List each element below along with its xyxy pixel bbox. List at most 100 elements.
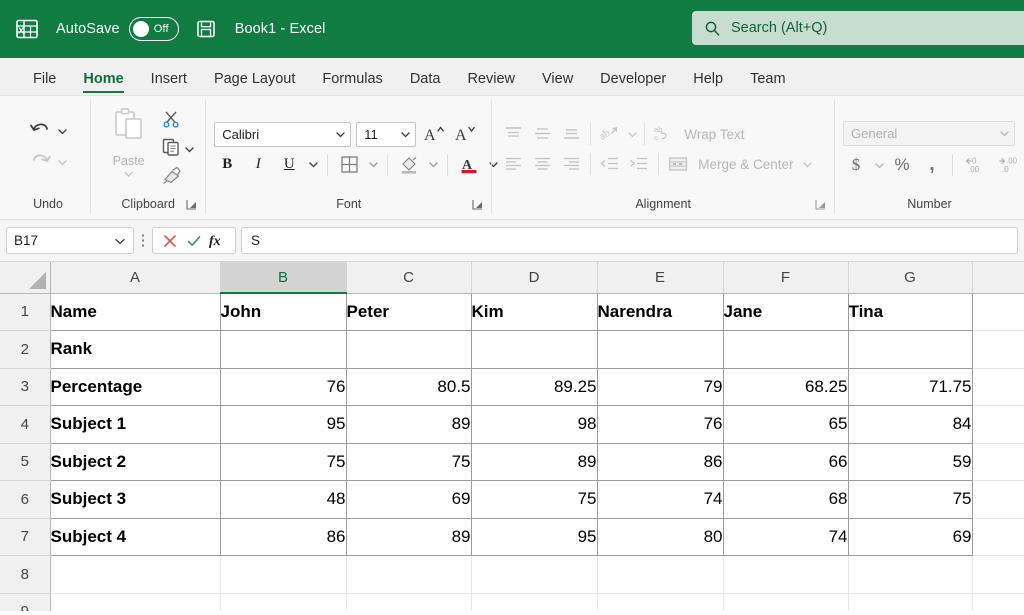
cell-b9[interactable] xyxy=(220,593,347,611)
cell-a5[interactable]: Subject 2 xyxy=(50,443,221,481)
cell-f3[interactable]: 68.25 xyxy=(723,368,849,406)
cell-d5[interactable]: 89 xyxy=(471,443,598,481)
cell-h3[interactable] xyxy=(972,368,1024,406)
alignment-dialog-launcher-icon[interactable] xyxy=(814,198,828,212)
column-header-b[interactable]: B xyxy=(220,262,347,294)
cell-e7[interactable]: 80 xyxy=(597,518,724,556)
row-header-3[interactable]: 3 xyxy=(0,368,51,406)
cell-g6[interactable]: 75 xyxy=(848,480,973,519)
underline-chevron-down-icon[interactable] xyxy=(307,159,319,171)
cell-a3[interactable]: Percentage xyxy=(50,368,221,406)
cell-d2[interactable] xyxy=(471,330,598,369)
cell-d9[interactable] xyxy=(471,593,598,611)
cell-d7[interactable]: 95 xyxy=(471,518,598,556)
cell-e2[interactable] xyxy=(597,330,724,369)
column-header-c[interactable]: C xyxy=(346,262,472,294)
column-header-h-partial[interactable] xyxy=(972,262,1024,294)
cell-h9[interactable] xyxy=(972,593,1024,611)
font-name-combo[interactable]: Calibri xyxy=(214,121,352,147)
font-color-icon[interactable]: A xyxy=(456,153,482,177)
cell-a2[interactable]: Rank xyxy=(50,330,221,369)
copy-icon[interactable] xyxy=(161,137,181,162)
cell-f9[interactable] xyxy=(723,593,849,611)
cell-g5[interactable]: 59 xyxy=(848,443,973,481)
cell-e5[interactable]: 86 xyxy=(597,443,724,481)
enter-check-icon[interactable] xyxy=(183,230,205,252)
cell-e8[interactable] xyxy=(597,555,724,594)
column-header-a[interactable]: A xyxy=(50,262,221,294)
cell-c8[interactable] xyxy=(346,555,472,594)
cell-c5[interactable]: 75 xyxy=(346,443,472,481)
cell-c1[interactable]: Peter xyxy=(346,293,472,331)
fill-color-chevron-down-icon[interactable] xyxy=(427,159,439,171)
cell-c9[interactable] xyxy=(346,593,472,611)
cell-f1[interactable]: Jane xyxy=(723,293,849,331)
underline-button[interactable]: U xyxy=(276,153,302,177)
scissors-cut-icon[interactable] xyxy=(161,109,181,134)
cell-h6[interactable] xyxy=(972,480,1024,519)
cell-f2[interactable] xyxy=(723,330,849,369)
tab-page-layout[interactable]: Page Layout xyxy=(203,71,306,95)
cell-a7[interactable]: Subject 4 xyxy=(50,518,221,556)
row-header-8[interactable]: 8 xyxy=(0,555,51,594)
italic-button[interactable]: I xyxy=(245,153,271,177)
tab-data[interactable]: Data xyxy=(399,71,452,95)
row-header-5[interactable]: 5 xyxy=(0,443,51,481)
formula-input[interactable]: S xyxy=(241,227,1018,254)
cell-b8[interactable] xyxy=(220,555,347,594)
tab-insert[interactable]: Insert xyxy=(140,71,198,95)
font-size-combo[interactable]: 11 xyxy=(356,121,417,147)
cell-h7[interactable] xyxy=(972,518,1024,556)
column-header-e[interactable]: E xyxy=(597,262,724,294)
column-header-f[interactable]: F xyxy=(723,262,849,294)
cell-g3[interactable]: 71.75 xyxy=(848,368,973,406)
cell-h2[interactable] xyxy=(972,330,1024,369)
tab-file[interactable]: File xyxy=(22,71,67,95)
cell-g4[interactable]: 84 xyxy=(848,405,973,444)
cell-h5[interactable] xyxy=(972,443,1024,481)
name-box-chevron-down-icon[interactable] xyxy=(114,235,126,247)
cell-g2[interactable] xyxy=(848,330,973,369)
cell-g8[interactable] xyxy=(848,555,973,594)
cell-a4[interactable]: Subject 1 xyxy=(50,405,221,444)
cell-h4[interactable] xyxy=(972,405,1024,444)
font-size-chevron-down-icon[interactable] xyxy=(399,128,411,140)
row-header-1[interactable]: 1 xyxy=(0,293,51,331)
cell-h1[interactable] xyxy=(972,293,1024,331)
row-header-6[interactable]: 6 xyxy=(0,480,51,519)
cell-e9[interactable] xyxy=(597,593,724,611)
cell-e6[interactable]: 74 xyxy=(597,480,724,519)
cell-b3[interactable]: 76 xyxy=(219,368,347,406)
fill-color-icon[interactable] xyxy=(396,153,422,177)
tab-formulas[interactable]: Formulas xyxy=(311,71,393,95)
row-header-4[interactable]: 4 xyxy=(0,405,51,444)
copy-chevron-down-icon[interactable] xyxy=(184,144,196,156)
cell-e4[interactable]: 76 xyxy=(597,405,724,444)
cell-c2[interactable] xyxy=(346,330,472,369)
tab-developer[interactable]: Developer xyxy=(589,71,677,95)
cell-a6[interactable]: Subject 3 xyxy=(50,480,221,519)
tab-home[interactable]: Home xyxy=(72,71,134,95)
cell-c6[interactable]: 69 xyxy=(346,480,472,519)
save-disk-icon[interactable] xyxy=(195,18,217,40)
tab-view[interactable]: View xyxy=(531,71,584,95)
autosave-toggle[interactable]: Off xyxy=(128,17,179,41)
cell-d3[interactable]: 89.25 xyxy=(471,368,598,406)
cell-g1[interactable]: Tina xyxy=(848,293,973,331)
cell-c3[interactable]: 80.5 xyxy=(346,368,472,406)
tab-help[interactable]: Help xyxy=(682,71,734,95)
cell-e3[interactable]: 79 xyxy=(597,368,724,406)
cell-f5[interactable]: 66 xyxy=(723,443,849,481)
cell-c7[interactable]: 89 xyxy=(346,518,472,556)
clipboard-dialog-launcher-icon[interactable] xyxy=(185,198,199,212)
column-header-d[interactable]: D xyxy=(471,262,598,294)
cell-g7[interactable]: 69 xyxy=(848,518,973,556)
cell-d4[interactable]: 98 xyxy=(471,405,598,444)
name-box[interactable]: B17 xyxy=(6,227,134,254)
cell-d8[interactable] xyxy=(471,555,598,594)
undo-arrow-icon[interactable] xyxy=(28,118,53,145)
column-header-g[interactable]: G xyxy=(848,262,973,294)
tab-team[interactable]: Team xyxy=(739,71,796,95)
cell-f4[interactable]: 65 xyxy=(723,405,849,444)
row-header-9[interactable]: 9 xyxy=(0,593,51,611)
